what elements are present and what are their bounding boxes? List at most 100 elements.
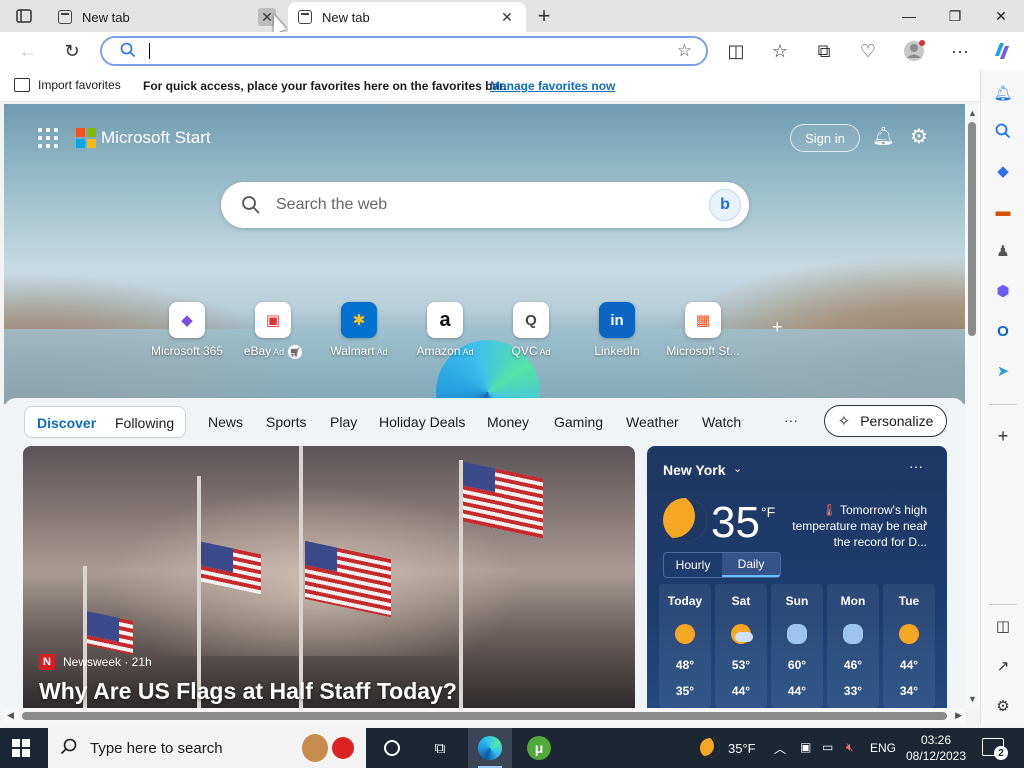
nav-weather[interactable]: Weather xyxy=(626,414,679,430)
tab-following[interactable]: Following xyxy=(115,415,174,431)
task-view-icon[interactable]: ⧉ xyxy=(428,736,452,760)
volume-muted-icon[interactable]: 🔇︎ xyxy=(846,740,854,755)
shopping-tag-icon[interactable]: ◆ xyxy=(992,160,1014,182)
scrollbar-thumb[interactable] xyxy=(22,712,947,720)
app-launcher-icon[interactable] xyxy=(38,128,58,148)
clock[interactable]: 03:26 08/12/2023 xyxy=(904,732,968,764)
nav-gaming[interactable]: Gaming xyxy=(554,414,603,430)
scroll-left-icon[interactable]: ◀ xyxy=(7,710,14,721)
chevron-up-icon[interactable]: ︿ xyxy=(774,740,786,757)
restore-button[interactable]: ❐ xyxy=(932,0,978,32)
bell-icon[interactable]: 🔔︎ xyxy=(992,82,1014,104)
cortana-icon[interactable] xyxy=(380,736,404,760)
nav-news[interactable]: News xyxy=(208,414,243,430)
nav-money[interactable]: Money xyxy=(487,414,529,430)
games-icon[interactable]: ♟ xyxy=(992,240,1014,262)
nav-watch[interactable]: Watch xyxy=(702,414,741,430)
nav-sports[interactable]: Sports xyxy=(266,414,306,430)
quick-link-amazon[interactable]: a Amazon Ad xyxy=(402,302,488,358)
web-search-box[interactable]: Search the web b xyxy=(221,182,749,228)
scroll-up-icon[interactable]: ▲ xyxy=(968,108,977,118)
scrollbar-thumb[interactable] xyxy=(968,122,976,336)
taskbar-search-box[interactable]: Type here to search xyxy=(48,728,366,768)
search-icon[interactable] xyxy=(992,120,1014,142)
gear-icon[interactable]: ⚙ xyxy=(910,124,928,149)
toggle-hourly[interactable]: Hourly xyxy=(664,553,722,577)
quick-link-linkedin[interactable]: in LinkedIn xyxy=(574,302,660,358)
new-tab-button[interactable]: + xyxy=(532,3,556,28)
quick-link-walmart[interactable]: ✱ Walmart Ad xyxy=(316,302,402,358)
chevron-down-icon[interactable]: ⌄ xyxy=(733,462,742,475)
windows-start-icon[interactable] xyxy=(12,739,30,757)
tab-1[interactable]: New tab ✕ xyxy=(48,2,286,32)
forecast-day[interactable]: Tue 44° 34° xyxy=(883,584,935,708)
refresh-button[interactable]: ↻ xyxy=(58,38,86,64)
news-card[interactable]: N Newsweek · 21h Why Are US Flags at Hal… xyxy=(23,446,635,708)
add-quick-link-icon[interactable]: + xyxy=(772,317,783,338)
vertical-scrollbar[interactable]: ▲ ▼ xyxy=(965,104,980,708)
forecast-day[interactable]: Today 48° 35° xyxy=(659,584,711,708)
card-headline[interactable]: Why Are US Flags at Half Staff Today? xyxy=(39,678,457,705)
minimize-button[interactable]: — xyxy=(886,0,932,32)
copilot-icon[interactable] xyxy=(988,38,1016,64)
scroll-right-icon[interactable]: ▶ xyxy=(955,710,962,721)
network-icon[interactable]: ▭ xyxy=(822,740,833,754)
drop-icon[interactable]: ➤ xyxy=(992,360,1014,382)
profile-avatar[interactable] xyxy=(900,38,928,64)
nav-play[interactable]: Play xyxy=(330,414,357,430)
language-indicator[interactable]: ENG xyxy=(870,741,896,755)
weather-city[interactable]: New York xyxy=(663,462,726,478)
settings-more-icon[interactable]: ··· xyxy=(946,38,974,64)
quick-link-microsoft-store[interactable]: ▦ Microsoft St... xyxy=(660,302,746,358)
clock-time: 03:26 xyxy=(920,733,952,747)
browser-essentials-icon[interactable]: ♡ xyxy=(854,38,882,64)
scroll-down-icon[interactable]: ▼ xyxy=(968,694,977,704)
horizontal-scrollbar[interactable]: ◀ ▶ xyxy=(4,708,965,724)
more-options-icon[interactable]: ··· xyxy=(909,458,923,474)
weather-card[interactable]: New York ⌄ ··· 35 °F 🌡︎ Tomorrow's high … xyxy=(647,446,947,708)
close-window-button[interactable]: ✕ xyxy=(978,0,1024,32)
tab-title: New tab xyxy=(82,9,130,25)
personalize-button[interactable]: ✧ Personalize xyxy=(824,405,947,437)
manage-favorites-link[interactable]: Manage favorites now xyxy=(490,79,615,93)
tab-discover[interactable]: Discover xyxy=(37,415,96,431)
gear-icon[interactable]: ⚙ xyxy=(992,695,1014,717)
sign-in-button[interactable]: Sign in xyxy=(790,124,860,152)
favorite-star-icon[interactable]: ☆ xyxy=(677,41,692,61)
quick-link-qvc[interactable]: Q QVC Ad xyxy=(488,302,574,358)
bing-chat-icon[interactable]: b xyxy=(709,189,741,221)
nav-holiday-deals[interactable]: Holiday Deals xyxy=(379,414,465,430)
address-bar[interactable]: ☆ xyxy=(100,36,708,66)
nav-more-icon[interactable]: ··· xyxy=(784,412,798,428)
forecast-day[interactable]: Mon 46° 33° xyxy=(827,584,879,708)
camera-icon[interactable]: ▣ xyxy=(800,740,811,754)
weather-moon-icon[interactable] xyxy=(700,738,720,758)
external-link-icon[interactable]: ↗ xyxy=(992,655,1014,677)
import-favorites-button[interactable]: Import favorites xyxy=(14,78,121,92)
quick-link-ebay[interactable]: ▣ eBay Ad 🛒︎ xyxy=(230,302,316,359)
tab-title: New tab xyxy=(322,9,370,25)
split-window-icon[interactable]: ◫ xyxy=(992,615,1014,637)
notifications-bell-icon[interactable]: 🔔︎ xyxy=(872,126,895,147)
split-screen-icon[interactable]: ◫ xyxy=(722,38,750,64)
forecast-day[interactable]: Sat 53° 44° xyxy=(715,584,767,708)
favorites-icon[interactable]: ☆ xyxy=(766,38,794,64)
edge-browser-icon[interactable] xyxy=(478,736,502,760)
back-button[interactable]: ← xyxy=(14,38,42,64)
chevron-right-icon[interactable]: › xyxy=(923,514,928,530)
brand-title[interactable]: Microsoft Start xyxy=(101,128,211,148)
quick-link-microsoft-365[interactable]: ◆ Microsoft 365 xyxy=(144,302,230,358)
tab-2[interactable]: New tab ✕ xyxy=(288,2,526,32)
utorrent-icon[interactable]: μ xyxy=(527,736,551,760)
weather-alert[interactable]: 🌡︎ Tomorrow's high temperature may be ne… xyxy=(787,502,927,550)
toggle-daily[interactable]: Daily xyxy=(722,553,780,577)
tray-temperature[interactable]: 35°F xyxy=(728,741,756,756)
microsoft-365-icon[interactable]: ⬢ xyxy=(992,280,1014,302)
close-tab-icon[interactable]: ✕ xyxy=(498,8,516,26)
add-icon[interactable]: + xyxy=(992,425,1014,447)
tools-icon[interactable]: ▬ xyxy=(992,200,1014,222)
tab-actions-icon[interactable] xyxy=(8,6,40,26)
outlook-icon[interactable]: O xyxy=(992,320,1014,342)
forecast-day[interactable]: Sun 60° 44° xyxy=(771,584,823,708)
collections-icon[interactable]: ⧉ xyxy=(810,38,838,64)
